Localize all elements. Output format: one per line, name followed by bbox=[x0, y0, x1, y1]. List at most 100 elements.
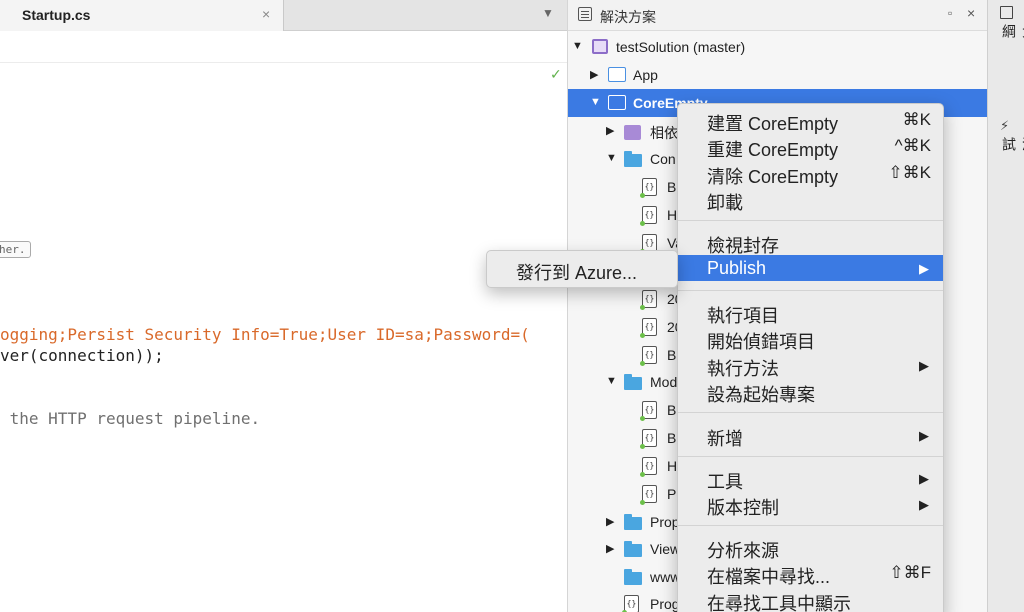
tree-item-label: Mod bbox=[650, 374, 678, 390]
cs-file-icon: {} bbox=[640, 346, 657, 366]
editor-tab-bar: Startup.cs × ▼ bbox=[0, 0, 567, 31]
tree-item-label: B bbox=[667, 402, 677, 418]
chevron-right-icon[interactable]: ▶ bbox=[606, 542, 614, 555]
menu-item-add[interactable]: 新增 ▶ bbox=[678, 422, 943, 449]
tree-item-label: Prop bbox=[650, 514, 680, 530]
tree-item-label: App bbox=[633, 67, 658, 83]
menu-item-label: 在尋找工具中顯示 bbox=[707, 594, 851, 612]
submenu-arrow-icon: ▶ bbox=[919, 471, 929, 486]
code-comment-line[interactable]: the HTTP request pipeline. bbox=[0, 409, 260, 428]
context-menu: 建置 CoreEmpty ⌘K 重建 CoreEmpty ^⌘K 清除 Core… bbox=[677, 103, 944, 612]
tree-item-label: View bbox=[650, 541, 681, 557]
tree-item-label: www bbox=[650, 569, 681, 585]
menu-item-label: 重建 CoreEmpty bbox=[707, 140, 839, 160]
code-editor[interactable]: Startup.cs × ▼ ✓ her. ogging;Persist Sec… bbox=[0, 0, 567, 612]
menu-item-label: 新增 bbox=[707, 429, 743, 449]
submenu-arrow-icon: ▶ bbox=[919, 358, 929, 373]
menu-item-tools[interactable]: 工具 ▶ bbox=[678, 465, 943, 492]
close-icon[interactable]: × bbox=[262, 6, 270, 22]
menu-item-label: 在檔案中尋找... bbox=[707, 567, 831, 587]
menu-item-shortcut: ⇧⌘F bbox=[889, 563, 931, 582]
cs-file-icon: {} bbox=[622, 595, 639, 612]
inline-parameter-hint: her. bbox=[0, 241, 31, 258]
tree-item-solution[interactable]: ▼ testSolution (master) bbox=[568, 33, 988, 61]
code-line[interactable]: ver(connection)); bbox=[0, 346, 164, 365]
minimize-icon[interactable]: ▫ bbox=[948, 6, 952, 20]
tree-item-project[interactable]: ▶ App bbox=[568, 61, 988, 89]
tree-item-label: B bbox=[667, 430, 677, 446]
menu-item-rebuild[interactable]: 重建 CoreEmpty ^⌘K bbox=[678, 133, 943, 160]
chevron-down-icon[interactable]: ▼ bbox=[572, 40, 583, 52]
tree-item-label: H bbox=[667, 207, 678, 223]
cs-file-icon: {} bbox=[640, 429, 657, 449]
menu-separator bbox=[678, 220, 943, 221]
menu-item-shortcut: ⇧⌘K bbox=[888, 163, 931, 182]
right-tool-sidebar: 文件大綱 ⚡ 單元測試 bbox=[987, 0, 1024, 612]
cs-file-icon: {} bbox=[640, 206, 657, 226]
tab-startup-cs[interactable]: Startup.cs × bbox=[0, 0, 284, 31]
project-icon bbox=[608, 95, 626, 110]
dependencies-icon bbox=[624, 125, 641, 140]
code-line[interactable]: ogging;Persist Security Info=True;User I… bbox=[0, 325, 530, 344]
chevron-down-icon[interactable]: ▼ bbox=[606, 152, 617, 164]
submenu-arrow-icon: ▶ bbox=[919, 497, 929, 512]
project-icon bbox=[608, 67, 626, 82]
folder-icon bbox=[624, 514, 642, 530]
menu-item-label: 設為起始專案 bbox=[707, 385, 815, 405]
tree-item-label: B bbox=[667, 347, 677, 363]
menu-item-label: 版本控制 bbox=[707, 498, 779, 518]
menu-item-start-debugging[interactable]: 開始偵錯項目 bbox=[678, 325, 943, 352]
submenu-arrow-icon: ▶ bbox=[919, 261, 929, 276]
cs-file-icon: {} bbox=[640, 485, 657, 505]
vertical-tab-label: 單元測試 bbox=[1001, 137, 1024, 152]
checkmark-icon: ✓ bbox=[550, 66, 562, 82]
chevron-down-icon[interactable]: ▼ bbox=[542, 6, 554, 20]
menu-item-run-with[interactable]: 執行方法 ▶ bbox=[678, 352, 943, 379]
folder-icon bbox=[624, 569, 642, 585]
chevron-right-icon[interactable]: ▶ bbox=[606, 515, 614, 528]
list-icon bbox=[578, 7, 592, 21]
menu-separator bbox=[678, 456, 943, 457]
lightning-icon: ⚡ bbox=[1000, 118, 1010, 133]
folder-icon bbox=[624, 151, 642, 167]
menu-item-reveal-in-finder[interactable]: 在尋找工具中顯示 bbox=[678, 587, 943, 612]
menu-item-clean[interactable]: 清除 CoreEmpty ⇧⌘K bbox=[678, 160, 943, 187]
menu-item-run-item[interactable]: 執行項目 bbox=[678, 299, 943, 326]
outline-icon bbox=[1000, 6, 1013, 19]
menu-item-label: 開始偵錯項目 bbox=[707, 332, 815, 352]
cs-file-icon: {} bbox=[640, 457, 657, 477]
editor-divider bbox=[0, 62, 567, 63]
menu-item-publish[interactable]: Publish ▶ bbox=[678, 255, 943, 281]
cs-file-icon: {} bbox=[640, 178, 657, 198]
menu-item-publish-to-azure[interactable]: 發行到 Azure... bbox=[516, 259, 637, 285]
menu-item-build[interactable]: 建置 CoreEmpty ⌘K bbox=[678, 107, 943, 134]
menu-item-shortcut: ^⌘K bbox=[894, 136, 931, 155]
chevron-down-icon[interactable]: ▼ bbox=[606, 375, 617, 387]
panel-title: 解決方案 bbox=[600, 9, 656, 25]
menu-item-find-in-files[interactable]: 在檔案中尋找... ⇧⌘F bbox=[678, 560, 943, 587]
menu-item-view-archive[interactable]: 檢視封存 bbox=[678, 229, 943, 256]
publish-submenu: 發行到 Azure... bbox=[486, 250, 678, 288]
menu-item-unload[interactable]: 卸載 bbox=[678, 186, 943, 213]
menu-separator bbox=[678, 412, 943, 413]
menu-item-label: 卸載 bbox=[707, 193, 743, 213]
tree-item-label: H bbox=[667, 458, 678, 474]
chevron-right-icon[interactable]: ▶ bbox=[590, 68, 598, 81]
menu-separator bbox=[678, 290, 943, 291]
tab-title: Startup.cs bbox=[22, 7, 91, 23]
solution-panel-header: 解決方案 ▫ × bbox=[568, 0, 988, 31]
tree-item-label: Con bbox=[650, 151, 676, 167]
menu-item-version-control[interactable]: 版本控制 ▶ bbox=[678, 491, 943, 518]
menu-item-set-startup-project[interactable]: 設為起始專案 bbox=[678, 378, 943, 405]
tree-item-label: B bbox=[667, 179, 677, 195]
submenu-arrow-icon: ▶ bbox=[919, 428, 929, 443]
chevron-down-icon[interactable]: ▼ bbox=[590, 96, 601, 108]
tree-item-label: testSolution (master) bbox=[616, 39, 746, 55]
tree-item-label: Prog bbox=[650, 596, 680, 612]
menu-item-analyze-source[interactable]: 分析來源 bbox=[678, 534, 943, 561]
close-icon[interactable]: × bbox=[967, 5, 975, 21]
folder-icon bbox=[624, 374, 642, 390]
vertical-tab-label: 文件大綱 bbox=[1001, 24, 1024, 39]
chevron-right-icon[interactable]: ▶ bbox=[606, 124, 614, 137]
cs-file-icon: {} bbox=[640, 290, 657, 310]
